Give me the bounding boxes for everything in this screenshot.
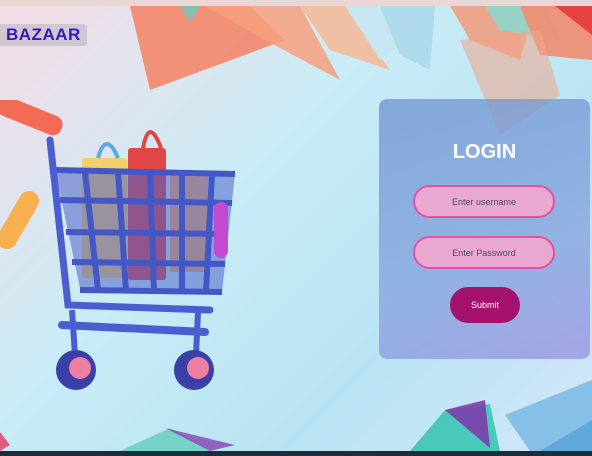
shopping-cart-icon xyxy=(0,100,236,390)
brand-logo: BAZAAR xyxy=(0,24,87,46)
username-input[interactable] xyxy=(413,185,555,218)
login-title: LOGIN xyxy=(452,141,517,163)
bottom-edge-bar xyxy=(0,451,592,456)
login-panel: LOGIN Submit xyxy=(379,99,590,359)
password-input[interactable] xyxy=(413,236,555,269)
submit-button[interactable]: Submit xyxy=(450,287,520,323)
